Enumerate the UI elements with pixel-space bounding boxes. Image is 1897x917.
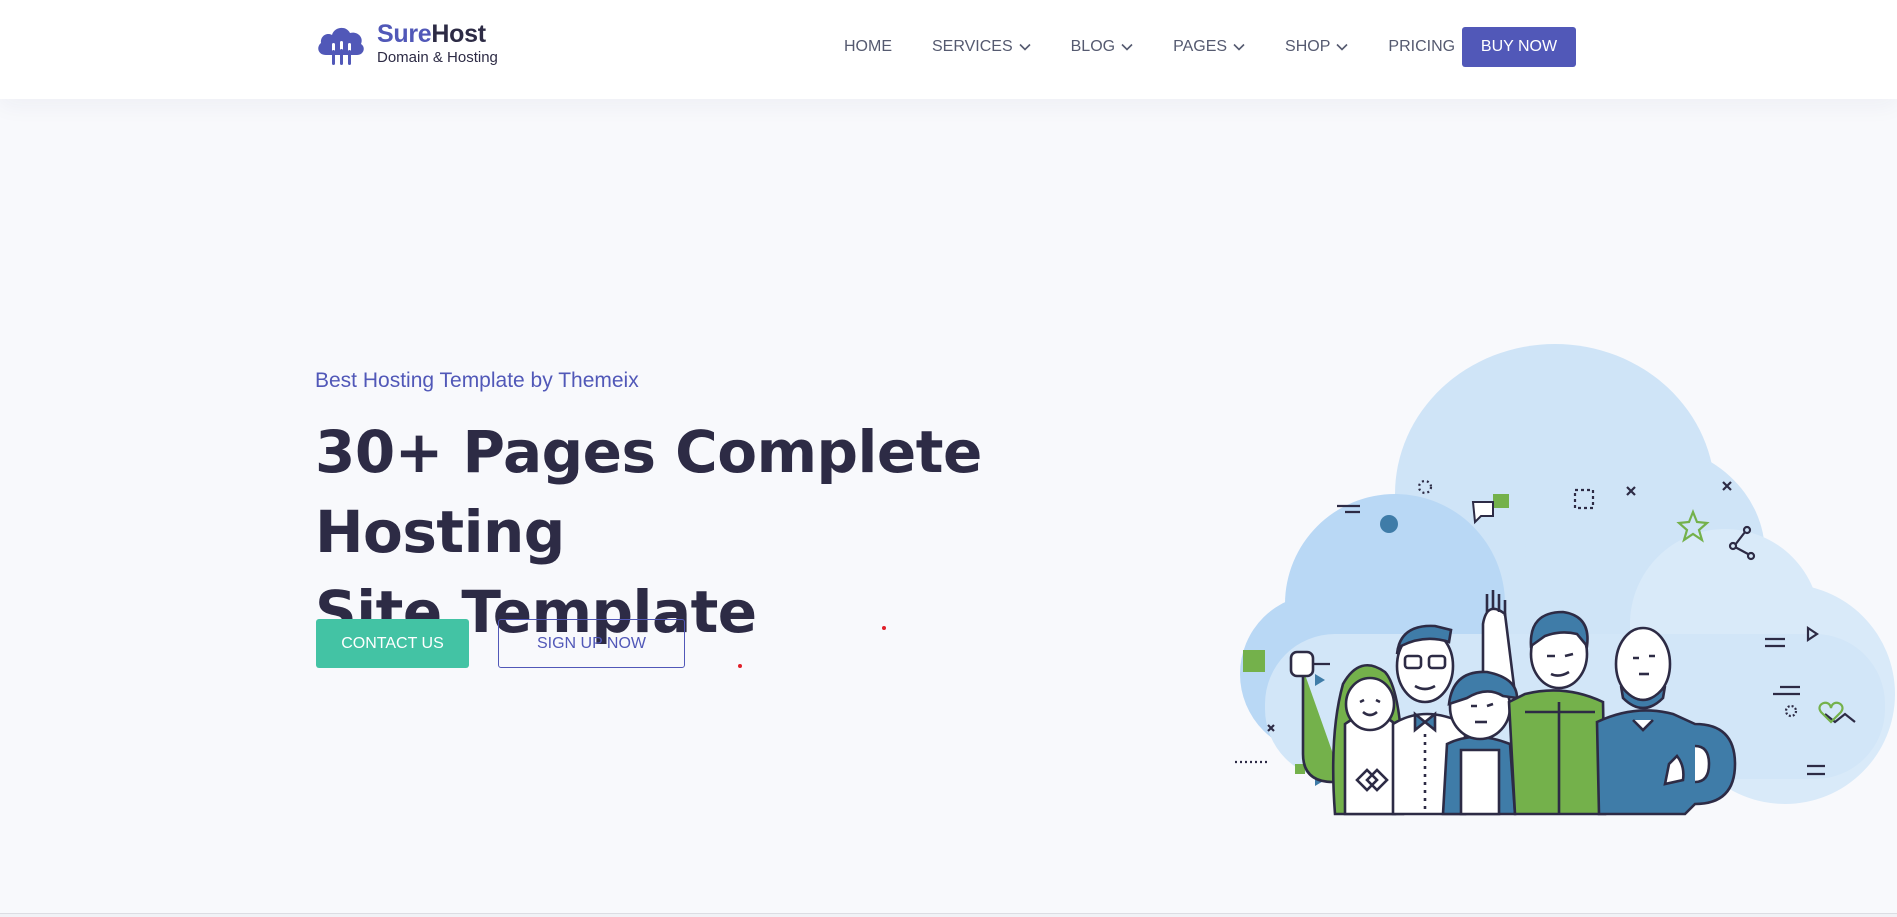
hero-section: Best Hosting Template by Themeix 30+ Pag… (0, 99, 1897, 917)
team-cloud-illustration (1235, 344, 1895, 816)
brand-name-part1: Sure (377, 20, 432, 48)
cloud-logo-icon (318, 27, 364, 65)
brand-name: SureHost (377, 21, 498, 48)
bottom-divider (0, 913, 1897, 917)
site-header: SureHost Domain & Hosting HOME SERVICES … (0, 0, 1897, 99)
nav-item-label: HOME (844, 38, 892, 55)
nav-item-pages[interactable]: PAGES (1173, 38, 1245, 56)
logo[interactable]: SureHost Domain & Hosting (315, 20, 498, 68)
nav-item-label: PAGES (1173, 38, 1228, 55)
contact-us-button[interactable]: CONTACT US (316, 619, 469, 668)
brand-name-part2: Host (431, 20, 486, 48)
hero-headline-line1: 30+ Pages Complete Hosting (315, 418, 982, 566)
chevron-down-icon (1121, 43, 1133, 51)
sign-up-now-button[interactable]: SIGN UP NOW (498, 619, 685, 668)
chevron-down-icon (1233, 43, 1245, 51)
nav-item-services[interactable]: SERVICES (932, 38, 1031, 56)
brand-tagline: Domain & Hosting (377, 49, 498, 66)
nav-item-label: SERVICES (932, 38, 1013, 55)
nav-item-home[interactable]: HOME (844, 38, 892, 56)
nav-item-label: BLOG (1070, 38, 1116, 55)
hero-eyebrow: Best Hosting Template by Themeix (315, 369, 639, 392)
nav-item-blog[interactable]: BLOG (1071, 38, 1133, 56)
chevron-down-icon (1019, 43, 1031, 51)
decorative-dot (882, 626, 886, 630)
nav-item-label: PRICING (1388, 38, 1456, 55)
nav-item-label: SHOP (1285, 38, 1331, 55)
decorative-dot (738, 664, 742, 668)
buy-now-button[interactable]: BUY NOW (1462, 27, 1576, 67)
main-nav: HOME SERVICES BLOG PAGES SHOP PRICING (844, 36, 1455, 58)
person-1 (1289, 650, 1405, 816)
hero-headline: 30+ Pages Complete Hosting Site Template (315, 412, 1175, 652)
chevron-down-icon (1336, 43, 1348, 51)
nav-item-pricing[interactable]: PRICING (1388, 38, 1455, 56)
nav-item-shop[interactable]: SHOP (1285, 38, 1348, 56)
